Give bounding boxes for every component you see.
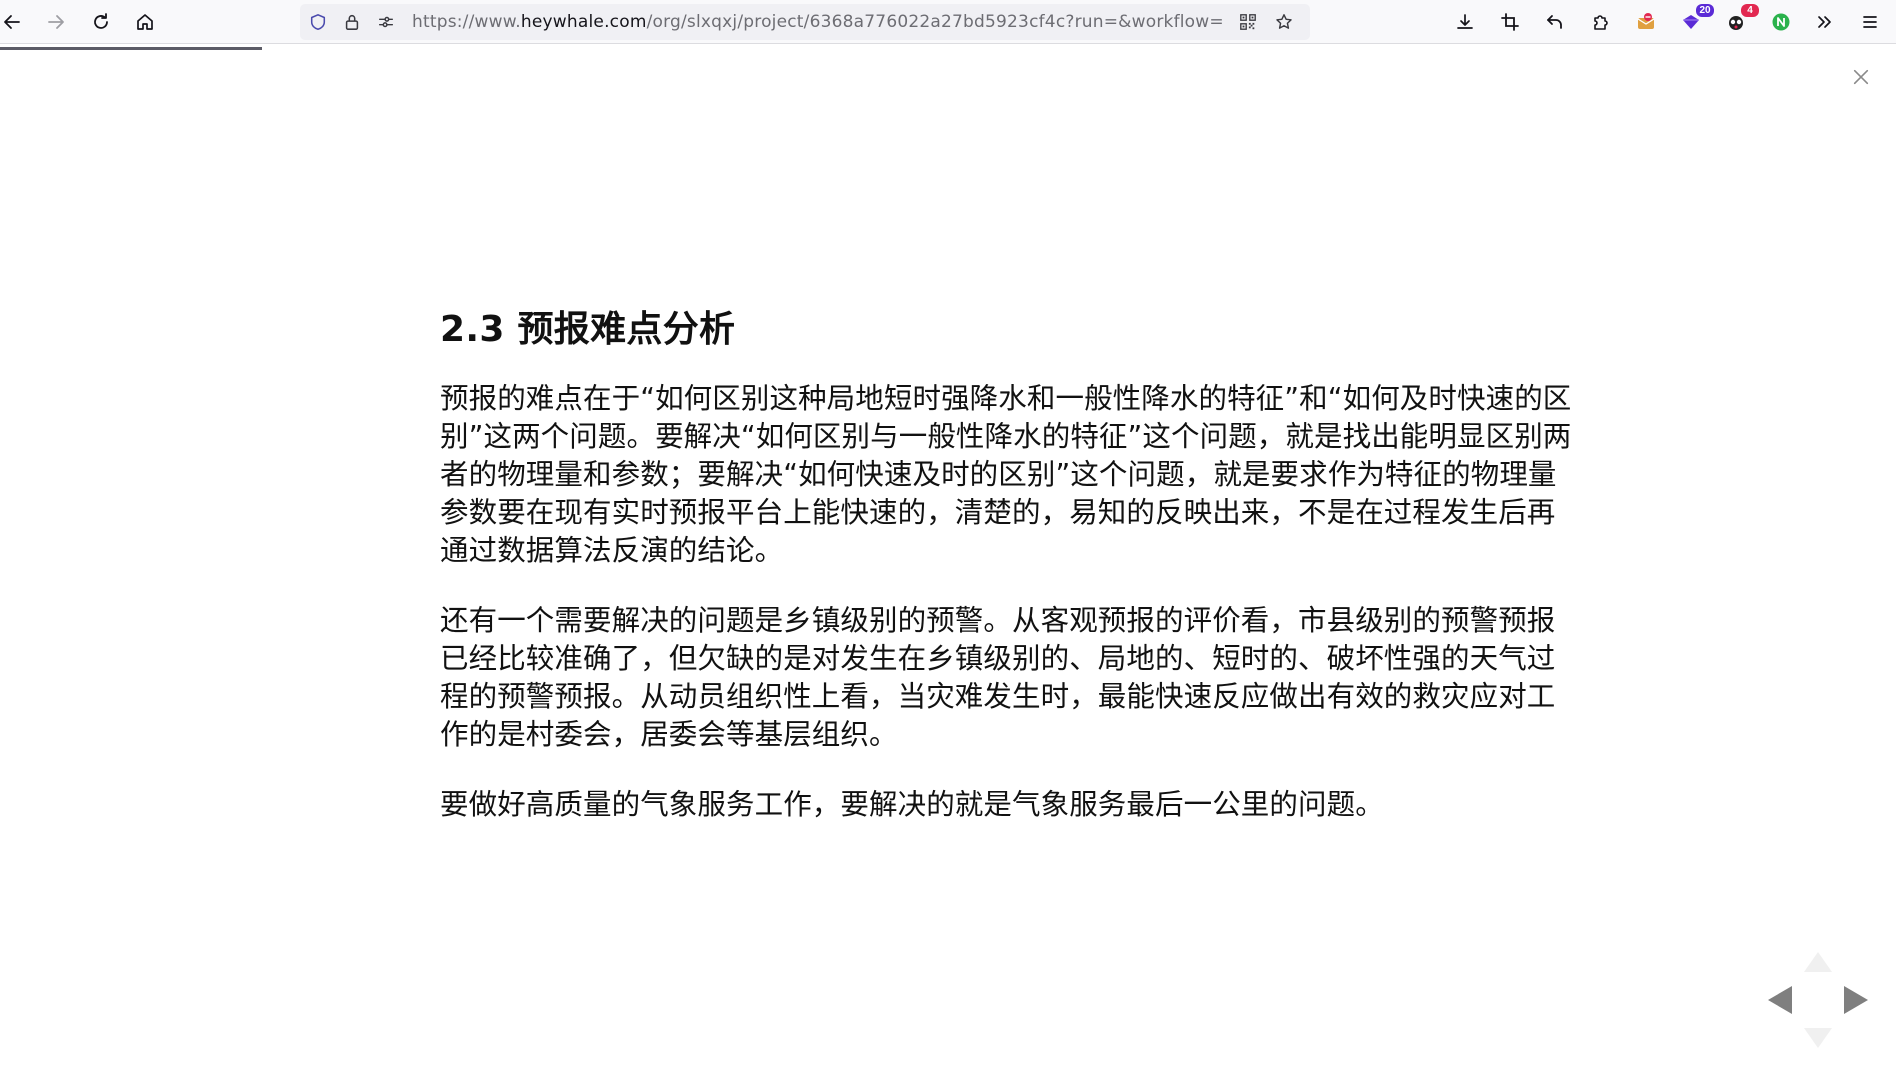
url-host: heywhale.com <box>520 12 647 32</box>
extension-mail-button[interactable] <box>1629 5 1663 39</box>
reload-icon <box>94 13 108 29</box>
extension-badge-count: 4 <box>1741 4 1759 17</box>
forward-button[interactable] <box>39 5 73 39</box>
mail-stamp-icon <box>1637 13 1655 29</box>
triangle-up-icon <box>1804 952 1832 972</box>
extension-badge-count: 20 <box>1696 4 1714 17</box>
nav-up-button[interactable] <box>1798 942 1838 982</box>
url-bar[interactable]: https://www.heywhale.com/org/slxqxj/proj… <box>300 4 1310 40</box>
slide-paragraph: 还有一个需要解决的问题是乡镇级别的预警。从客观预报的评价看，市县级别的预警预报已… <box>440 604 1556 751</box>
nav-down-button[interactable] <box>1798 1018 1838 1058</box>
lock-icon[interactable] <box>342 12 362 32</box>
triangle-right-icon <box>1844 986 1868 1014</box>
home-button[interactable] <box>128 5 162 39</box>
overflow-menu-button[interactable] <box>1808 5 1842 39</box>
slide-paragraph: 预报的难点在于“如何区别这种局地短时强降水和一般性降水的特征”和“如何及时快速的… <box>440 382 1572 567</box>
undo-button[interactable] <box>1538 5 1572 39</box>
page-load-progress-bar <box>0 47 262 50</box>
qr-code-icon[interactable] <box>1238 12 1258 32</box>
arrow-right-icon <box>48 15 64 29</box>
puzzle-extensions-icon <box>1594 15 1608 30</box>
extension-green-button[interactable] <box>1764 5 1798 39</box>
chevrons-overflow-icon <box>1818 16 1831 28</box>
back-button[interactable] <box>0 5 29 39</box>
star-bookmark-icon[interactable] <box>1274 12 1294 32</box>
close-icon <box>1853 69 1869 85</box>
hamburger-menu-icon <box>1863 16 1877 28</box>
slide-content: 2.3 预报难点分析 预报的难点在于“如何区别这种局地短时强降水和一般性降水的特… <box>440 300 1580 856</box>
undo-arrow-icon <box>1547 15 1562 29</box>
downloads-button[interactable] <box>1448 5 1482 39</box>
extensions-button[interactable] <box>1584 5 1618 39</box>
tracking-protection-shield-icon[interactable] <box>308 12 328 32</box>
nav-prev-button[interactable] <box>1760 980 1800 1020</box>
site-permissions-icon[interactable] <box>376 12 396 32</box>
green-n-extension-icon <box>1772 13 1790 31</box>
download-icon <box>1457 14 1473 29</box>
url-path: /org/slxqxj/project/6368a776022a27bd5923… <box>646 12 1224 32</box>
app-menu-button[interactable] <box>1853 5 1887 39</box>
screenshot-crop-icon <box>1501 13 1519 31</box>
screenshot-button[interactable] <box>1493 5 1527 39</box>
arrow-left-icon <box>4 15 20 29</box>
home-icon <box>137 14 153 30</box>
slide-paragraph: 要做好高质量的气象服务工作，要解决的就是气象服务最后一公里的问题。 <box>440 788 1384 821</box>
url-prefix: https://www. <box>412 12 521 32</box>
url-text[interactable]: https://www.heywhale.com/org/slxqxj/proj… <box>412 4 1224 40</box>
extension-purple-button[interactable]: 20 <box>1674 4 1714 39</box>
slide-heading: 2.3 预报难点分析 <box>440 309 736 350</box>
close-button[interactable] <box>1848 64 1874 90</box>
extension-red-button[interactable]: 4 <box>1719 4 1759 39</box>
triangle-left-icon <box>1768 986 1792 1014</box>
browser-toolbar: https://www.heywhale.com/org/slxqxj/proj… <box>0 0 1896 44</box>
nav-next-button[interactable] <box>1836 980 1876 1020</box>
reload-button[interactable] <box>84 5 118 39</box>
triangle-down-icon <box>1804 1028 1832 1048</box>
